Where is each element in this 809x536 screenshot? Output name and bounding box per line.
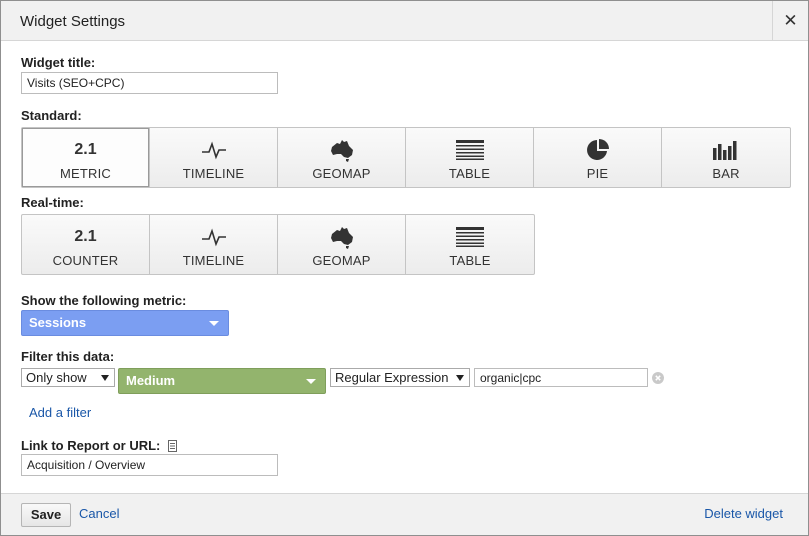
delete-widget-link[interactable]: Delete widget xyxy=(704,506,783,521)
filter-match-type-value: Regular Expression xyxy=(335,370,449,385)
link-label-text: Link to Report or URL: xyxy=(21,438,161,453)
viz-button-label: BAR xyxy=(712,166,740,181)
add-filter-link[interactable]: Add a filter xyxy=(29,405,91,420)
viz-button-label: COUNTER xyxy=(52,253,119,268)
link-url-input[interactable] xyxy=(21,454,278,476)
chevron-down-icon xyxy=(306,379,316,384)
realtime-viz-buttons: 2.1 COUNTER TIMELINE GEOMAP TABLE xyxy=(21,214,535,275)
filter-label: Filter this data: xyxy=(21,349,115,364)
chevron-down-icon xyxy=(209,321,219,326)
viz-button-label: GEOMAP xyxy=(312,253,371,268)
timeline-icon xyxy=(150,226,277,248)
link-label: Link to Report or URL: xyxy=(21,438,178,455)
filter-dimension-value: Medium xyxy=(126,373,176,388)
geomap-icon xyxy=(278,139,405,162)
report-picker-icon[interactable] xyxy=(168,440,178,455)
realtime-table-button[interactable]: TABLE xyxy=(406,215,534,274)
standard-timeline-button[interactable]: TIMELINE xyxy=(150,128,278,187)
metric-dropdown-value: Sessions xyxy=(29,315,87,330)
standard-label: Standard: xyxy=(21,108,82,123)
table-icon xyxy=(406,226,534,248)
metric-label: Show the following metric: xyxy=(21,293,187,308)
standard-table-button[interactable]: TABLE xyxy=(406,128,534,187)
dialog-footer: Save Cancel Delete widget xyxy=(1,493,808,535)
chevron-down-icon xyxy=(456,375,464,381)
viz-button-label: PIE xyxy=(586,166,609,181)
filter-mode-value: Only show xyxy=(26,370,87,385)
filter-value-input[interactable] xyxy=(474,368,648,387)
viz-button-label: TABLE xyxy=(449,253,491,268)
geomap-icon xyxy=(278,226,405,249)
dialog-title: Widget Settings xyxy=(20,13,126,30)
metric-number-icon: 2.1 xyxy=(74,141,97,158)
metric-dropdown[interactable]: Sessions xyxy=(21,310,229,336)
widget-settings-dialog: Widget Settings ✕ Widget title: Standard… xyxy=(0,0,809,536)
standard-geomap-button[interactable]: GEOMAP xyxy=(278,128,406,187)
pie-icon xyxy=(534,139,661,161)
viz-button-label: TIMELINE xyxy=(182,253,245,268)
standard-metric-button[interactable]: 2.1 METRIC xyxy=(22,128,150,187)
table-icon xyxy=(406,139,533,161)
counter-number-icon: 2.1 xyxy=(74,228,97,245)
remove-filter-icon[interactable] xyxy=(652,372,664,384)
realtime-label: Real-time: xyxy=(21,195,84,210)
realtime-timeline-button[interactable]: TIMELINE xyxy=(150,215,278,274)
bar-icon xyxy=(662,139,790,161)
viz-button-label: TABLE xyxy=(448,166,491,181)
dialog-titlebar: Widget Settings ✕ xyxy=(1,1,808,41)
cancel-link[interactable]: Cancel xyxy=(79,506,119,521)
widget-title-input[interactable] xyxy=(21,72,278,94)
widget-title-label: Widget title: xyxy=(21,55,96,70)
save-button[interactable]: Save xyxy=(21,503,71,527)
standard-viz-buttons: 2.1 METRIC TIMELINE GEOMAP TABLE PIE BAR xyxy=(21,127,791,188)
viz-button-label: TIMELINE xyxy=(182,166,245,181)
standard-pie-button[interactable]: PIE xyxy=(534,128,662,187)
standard-bar-button[interactable]: BAR xyxy=(662,128,790,187)
realtime-counter-button[interactable]: 2.1 COUNTER xyxy=(22,215,150,274)
filter-mode-select[interactable]: Only show xyxy=(21,368,115,387)
filter-dimension-dropdown[interactable]: Medium xyxy=(118,368,326,394)
viz-button-label: METRIC xyxy=(59,166,112,181)
viz-button-label: GEOMAP xyxy=(312,166,371,181)
filter-match-type-select[interactable]: Regular Expression xyxy=(330,368,470,387)
chevron-down-icon xyxy=(101,375,109,381)
realtime-geomap-button[interactable]: GEOMAP xyxy=(278,215,406,274)
close-icon[interactable]: ✕ xyxy=(772,1,808,41)
timeline-icon xyxy=(150,139,277,161)
